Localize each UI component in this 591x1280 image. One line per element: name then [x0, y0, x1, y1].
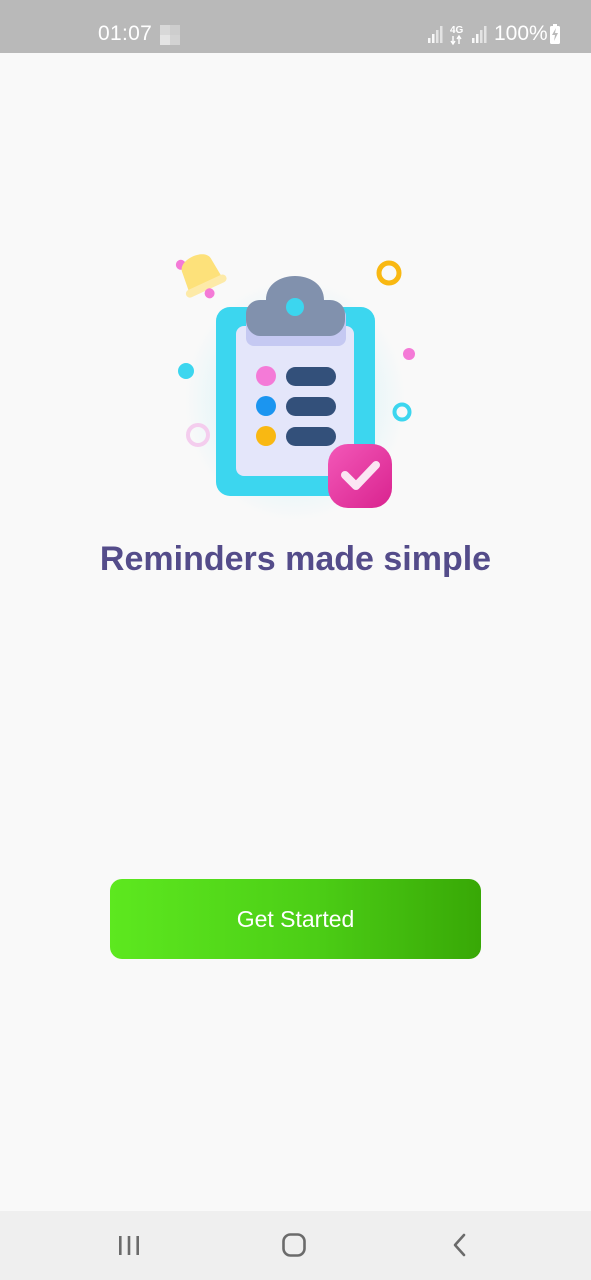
confetti-ring	[376, 260, 402, 286]
status-bar: 01:07 4G 100%	[0, 0, 591, 53]
home-button[interactable]	[274, 1227, 314, 1263]
battery-percentage: 100%	[494, 22, 548, 45]
svg-text:4G: 4G	[450, 25, 464, 36]
recent-apps-button[interactable]	[109, 1227, 149, 1263]
confetti-dot	[403, 348, 415, 360]
4g-data-icon: 4G	[450, 25, 464, 46]
onboarding-headline: Reminders made simple	[99, 540, 492, 578]
check-badge-icon	[328, 444, 392, 508]
signal-icon	[472, 26, 487, 43]
get-started-button[interactable]: Get Started	[110, 879, 481, 959]
signal-icon	[428, 26, 443, 43]
back-icon	[453, 1233, 466, 1257]
status-icons: 4G	[428, 25, 487, 46]
clipboard-illustration	[175, 254, 415, 520]
recent-apps-icon	[119, 1236, 139, 1255]
image-thumbnail-icon	[160, 25, 180, 45]
bell-icon	[175, 254, 227, 299]
app-screen: 01:07 4G 100% Reminders made simple Get …	[0, 0, 591, 1280]
system-navigation-bar	[0, 1211, 591, 1280]
home-icon	[282, 1233, 306, 1257]
back-button[interactable]	[440, 1227, 480, 1263]
status-time: 01:07	[98, 22, 153, 45]
battery-charging-icon	[550, 24, 560, 44]
confetti-dot	[178, 363, 194, 379]
